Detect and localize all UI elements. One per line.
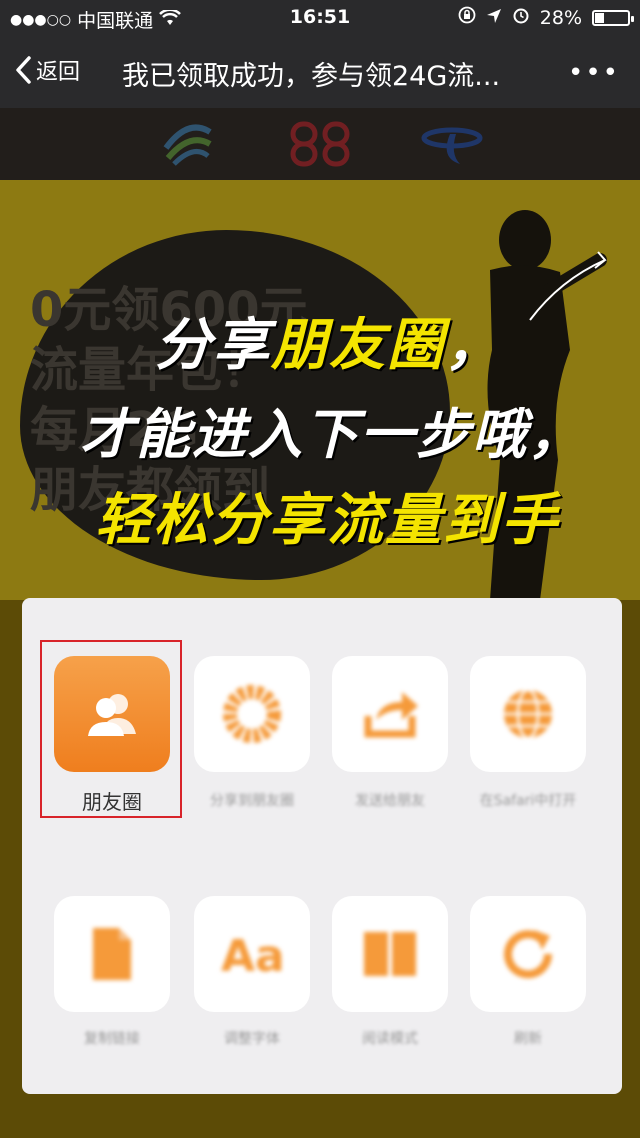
globe-icon	[504, 688, 552, 740]
donut-icon	[223, 685, 281, 743]
page-title: 我已领取成功，参与领24G流...	[122, 61, 501, 92]
svg-text:Aa: Aa	[221, 931, 285, 979]
location-icon	[486, 7, 502, 29]
battery-percent: 28%	[539, 6, 582, 29]
back-label: 返回	[36, 60, 81, 85]
rotation-lock-icon	[458, 6, 476, 29]
share-favorite-label: 分享到朋友圈	[210, 793, 294, 809]
banner-line-2: 才能进入下一步哦，	[80, 402, 584, 466]
china-unicom-logo	[290, 121, 350, 167]
share-favorite-button[interactable]	[194, 656, 310, 772]
document-icon	[93, 928, 131, 980]
status-bar: ●●●○○ 中国联通 16:51 28%	[0, 0, 640, 36]
banner-line-1-highlight: 朋友圈	[271, 312, 445, 378]
banner-line-3: 轻松分享流量到手	[95, 487, 559, 553]
banner-line-1-white: 分享	[155, 312, 271, 378]
banner-line-1: 分享朋友圈，	[155, 300, 503, 381]
open-in-safari-button[interactable]	[470, 656, 586, 772]
back-button[interactable]: 返回	[14, 54, 80, 86]
promo-banner: 0元领600元 流量年包！ 每月2G 朋友都领到 分享朋友圈， 才能进入下一步哦…	[0, 180, 640, 600]
chevron-left-icon	[16, 56, 31, 84]
copy-link-label: 复制链接	[84, 1031, 140, 1047]
highlight-box	[40, 640, 182, 818]
alarm-icon	[512, 6, 530, 29]
send-to-friend-label: 发送给朋友	[355, 793, 425, 809]
font-icon: Aa	[221, 931, 285, 979]
reading-mode-button[interactable]	[332, 896, 448, 1012]
banner-line-1-tail: ，	[445, 312, 503, 378]
china-telecom-logo	[421, 127, 483, 164]
adjust-font-label: 调整字体	[224, 1031, 280, 1047]
china-mobile-logo	[163, 124, 212, 166]
battery-icon	[592, 9, 634, 26]
adjust-font-button[interactable]: Aa	[194, 896, 310, 1012]
battery-fill	[595, 12, 604, 23]
more-options-icon[interactable]: •••	[568, 58, 620, 88]
share-arrow-icon	[364, 692, 418, 738]
status-right: 28%	[458, 6, 634, 29]
refresh-icon	[504, 930, 553, 979]
refresh-label: 刷新	[514, 1031, 542, 1047]
carrier-logos	[0, 108, 640, 180]
reading-mode-label: 阅读模式	[362, 1031, 418, 1047]
open-in-safari-label: 在Safari中打开	[479, 793, 577, 809]
send-to-friend-button[interactable]	[332, 656, 448, 772]
copy-link-button[interactable]	[54, 896, 170, 1012]
book-icon	[364, 932, 416, 976]
nav-bar: 返回 我已领取成功，参与领24G流... •••	[0, 36, 640, 108]
refresh-button[interactable]	[470, 896, 586, 1012]
